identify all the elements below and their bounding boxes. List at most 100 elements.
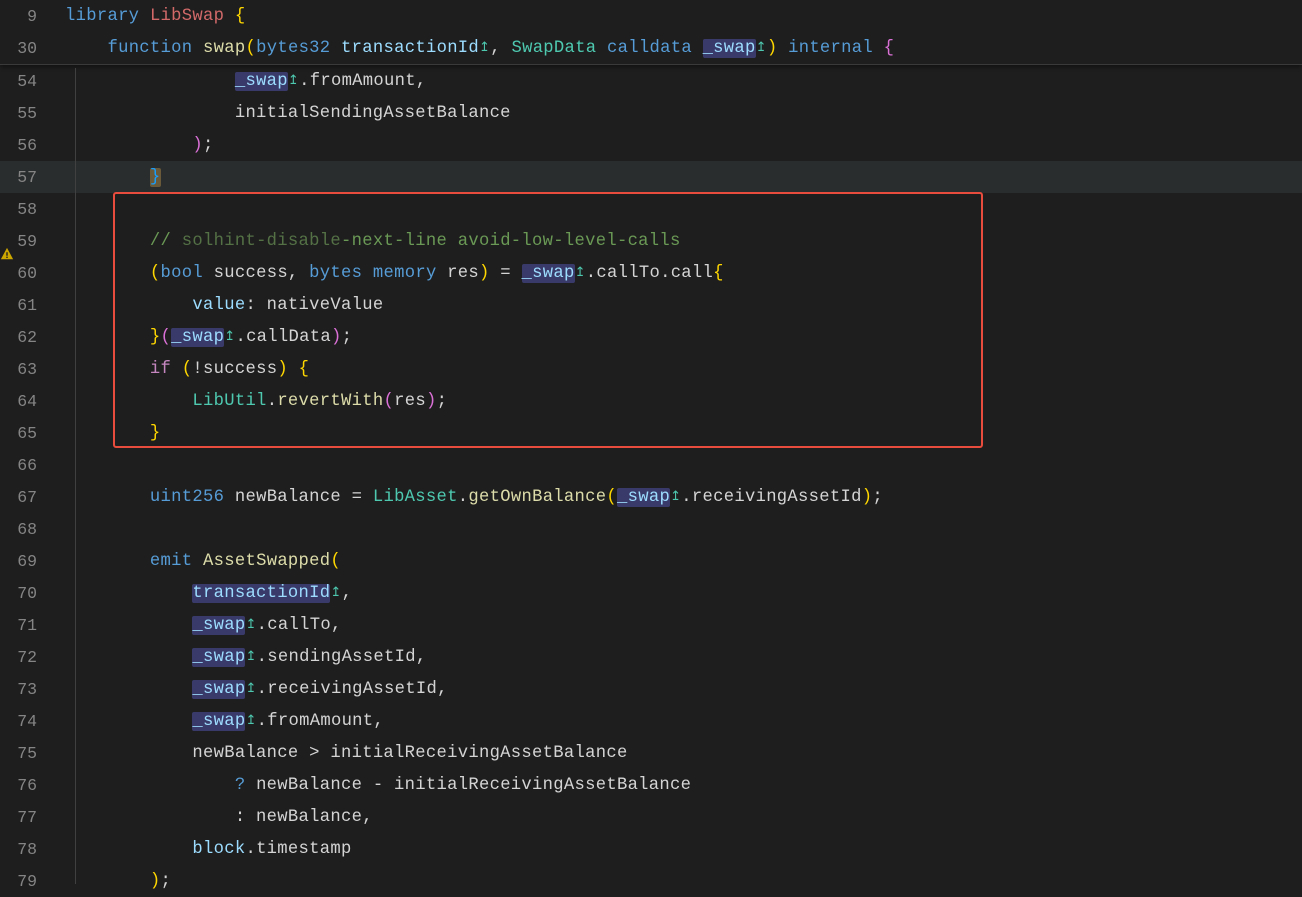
highlighted-param: _swap <box>192 712 245 731</box>
inline-hint-icon: ↥ <box>224 329 235 344</box>
code-line[interactable]: 57 } <box>0 161 1302 193</box>
inline-hint-icon: ↥ <box>756 40 767 55</box>
line-number: 64 <box>0 392 55 411</box>
line-number: 55 <box>0 104 55 123</box>
line-number: 63 <box>0 360 55 379</box>
highlighted-param: transactionId <box>192 584 330 603</box>
code-line[interactable]: 75 newBalance > initialReceivingAssetBal… <box>0 737 1302 769</box>
code-content: (bool success, bytes memory res) = _swap… <box>65 264 1302 283</box>
code-line[interactable]: 59 // solhint-disable-next-line avoid-lo… <box>0 225 1302 257</box>
line-number: 76 <box>0 776 55 795</box>
code-content: ); <box>65 136 1302 155</box>
code-content: }(_swap↥.callData); <box>65 328 1302 347</box>
inline-hint-icon: ↥ <box>479 40 490 55</box>
line-number: 56 <box>0 136 55 155</box>
code-content: } <box>65 424 1302 443</box>
highlighted-param: _swap <box>235 72 288 91</box>
code-content: function swap(bytes32 transactionId↥, Sw… <box>65 39 1302 58</box>
code-line[interactable]: 78 block.timestamp <box>0 833 1302 865</box>
inline-hint-icon: ↥ <box>245 617 256 632</box>
line-number: 30 <box>0 39 55 58</box>
code-line[interactable]: 73 _swap↥.receivingAssetId, <box>0 673 1302 705</box>
code-content: transactionId↥, <box>65 584 1302 603</box>
warning-icon <box>0 247 14 261</box>
highlighted-param: _swap <box>192 616 245 635</box>
code-content: ); <box>65 872 1302 891</box>
line-number: 62 <box>0 328 55 347</box>
line-number: 79 <box>0 872 55 891</box>
code-editor[interactable]: 9 library LibSwap { 30 function swap(byt… <box>0 0 1302 897</box>
line-number: 68 <box>0 520 55 539</box>
line-number: 77 <box>0 808 55 827</box>
code-content: if (!success) { <box>65 360 1302 379</box>
code-content: _swap↥.fromAmount, <box>65 72 1302 91</box>
code-content: uint256 newBalance = LibAsset.getOwnBala… <box>65 488 1302 507</box>
code-line[interactable]: 71 _swap↥.callTo, <box>0 609 1302 641</box>
code-line[interactable]: 60 (bool success, bytes memory res) = _s… <box>0 257 1302 289</box>
code-line[interactable]: 65 } <box>0 417 1302 449</box>
line-number: 9 <box>0 7 55 26</box>
code-content: LibUtil.revertWith(res); <box>65 392 1302 411</box>
highlighted-param: _swap <box>192 680 245 699</box>
line-number: 72 <box>0 648 55 667</box>
line-number: 65 <box>0 424 55 443</box>
code-content: value: nativeValue <box>65 296 1302 315</box>
line-number: 61 <box>0 296 55 315</box>
code-line[interactable]: 74 _swap↥.fromAmount, <box>0 705 1302 737</box>
inline-hint-icon: ↥ <box>288 73 299 88</box>
line-number: 74 <box>0 712 55 731</box>
code-line[interactable]: 72 _swap↥.sendingAssetId, <box>0 641 1302 673</box>
line-number: 67 <box>0 488 55 507</box>
code-line[interactable]: 66 <box>0 449 1302 481</box>
indent-guide <box>75 68 76 884</box>
code-line[interactable]: 77 : newBalance, <box>0 801 1302 833</box>
line-number: 66 <box>0 456 55 475</box>
code-content: } <box>65 168 1302 187</box>
code-line[interactable]: 69 emit AssetSwapped( <box>0 545 1302 577</box>
line-number: 73 <box>0 680 55 699</box>
line-number: 57 <box>0 168 55 187</box>
inline-hint-icon: ↥ <box>575 265 586 280</box>
code-content: initialSendingAssetBalance <box>65 104 1302 123</box>
inline-hint-icon: ↥ <box>245 681 256 696</box>
code-content: newBalance > initialReceivingAssetBalanc… <box>65 744 1302 763</box>
code-line[interactable]: 79 ); <box>0 865 1302 897</box>
code-line[interactable]: 68 <box>0 513 1302 545</box>
code-line[interactable]: 61 value: nativeValue <box>0 289 1302 321</box>
code-line[interactable]: 62 }(_swap↥.callData); <box>0 321 1302 353</box>
sticky-line-1[interactable]: 9 library LibSwap { <box>0 0 1302 32</box>
sticky-line-2[interactable]: 30 function swap(bytes32 transactionId↥,… <box>0 32 1302 64</box>
code-line[interactable]: 56 ); <box>0 129 1302 161</box>
code-line[interactable]: 58 <box>0 193 1302 225</box>
code-line[interactable]: 54 _swap↥.fromAmount, <box>0 65 1302 97</box>
highlighted-param: _swap <box>171 328 224 347</box>
code-line[interactable]: 55 initialSendingAssetBalance <box>0 97 1302 129</box>
code-line[interactable]: 67 uint256 newBalance = LibAsset.getOwnB… <box>0 481 1302 513</box>
inline-hint-icon: ↥ <box>245 649 256 664</box>
code-content: // solhint-disable-next-line avoid-low-l… <box>65 232 1302 251</box>
line-number: 71 <box>0 616 55 635</box>
inline-hint-icon: ↥ <box>245 713 256 728</box>
code-content: _swap↥.fromAmount, <box>65 712 1302 731</box>
highlighted-param: _swap <box>192 648 245 667</box>
code-content: ? newBalance - initialReceivingAssetBala… <box>65 776 1302 795</box>
code-line[interactable]: 70 transactionId↥, <box>0 577 1302 609</box>
line-number: 60 <box>0 264 55 283</box>
code-line[interactable]: 64 LibUtil.revertWith(res); <box>0 385 1302 417</box>
code-content: emit AssetSwapped( <box>65 552 1302 571</box>
line-number: 69 <box>0 552 55 571</box>
code-content: : newBalance, <box>65 808 1302 827</box>
code-content: block.timestamp <box>65 840 1302 859</box>
highlighted-param: _swap <box>522 264 575 283</box>
inline-hint-icon: ↥ <box>330 585 341 600</box>
code-content: library LibSwap { <box>65 7 1302 26</box>
sticky-scroll-header[interactable]: 9 library LibSwap { 30 function swap(byt… <box>0 0 1302 65</box>
line-number: 54 <box>0 72 55 91</box>
code-line[interactable]: 63 if (!success) { <box>0 353 1302 385</box>
inline-hint-icon: ↥ <box>670 489 681 504</box>
code-content: _swap↥.sendingAssetId, <box>65 648 1302 667</box>
code-content: _swap↥.receivingAssetId, <box>65 680 1302 699</box>
code-body[interactable]: 54 _swap↥.fromAmount,55 initialSendingAs… <box>0 65 1302 897</box>
code-line[interactable]: 76 ? newBalance - initialReceivingAssetB… <box>0 769 1302 801</box>
line-number: 78 <box>0 840 55 859</box>
